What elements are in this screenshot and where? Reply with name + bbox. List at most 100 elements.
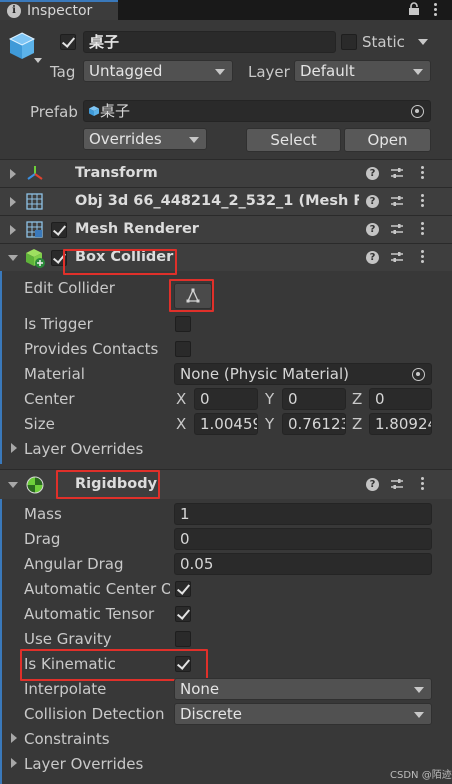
presets-icon[interactable]	[390, 223, 404, 235]
help-icon[interactable]: ?	[366, 167, 379, 180]
material-label: Material	[24, 365, 85, 383]
mesh-renderer-header[interactable]: Mesh Renderer ?	[0, 215, 452, 243]
highlight-edit-collider	[169, 279, 214, 312]
prefab-asset-field[interactable]: 桌子	[83, 100, 431, 122]
rigidbody-layer-overrides-foldout[interactable]: Layer Overrides	[24, 755, 143, 773]
layer-overrides-foldout[interactable]: Layer Overrides	[24, 440, 143, 458]
object-picker-icon[interactable]	[411, 105, 424, 118]
is-trigger-label: Is Trigger	[24, 315, 93, 333]
component-menu-icon[interactable]	[421, 194, 425, 208]
foldout-closed-icon[interactable]	[10, 169, 16, 179]
tab-label: Inspector	[27, 3, 93, 19]
foldout-closed-icon[interactable]	[11, 733, 17, 743]
help-icon[interactable]: ?	[366, 478, 379, 491]
center-y-field[interactable]: 0	[282, 388, 346, 410]
mesh-renderer-enabled-checkbox[interactable]	[51, 222, 67, 238]
size-y-field[interactable]: 0.76123	[282, 413, 346, 435]
center-x-label[interactable]: X	[176, 390, 186, 408]
highlight-box-collider	[63, 249, 177, 275]
auto-center-checkbox[interactable]	[175, 581, 191, 597]
material-field[interactable]: None (Physic Material)	[174, 363, 432, 385]
center-label: Center	[24, 390, 75, 408]
static-checkbox[interactable]	[341, 34, 357, 50]
chevron-down-icon	[413, 69, 423, 75]
size-z-field[interactable]: 1.80924	[369, 413, 432, 435]
is-trigger-checkbox[interactable]	[175, 316, 191, 332]
help-icon[interactable]: ?	[366, 223, 379, 236]
component-menu-icon[interactable]	[421, 250, 425, 264]
interpolate-label: Interpolate	[24, 680, 107, 698]
icon-dropdown-arrow[interactable]	[34, 58, 42, 63]
collision-detection-dropdown[interactable]: Discrete	[174, 703, 432, 725]
chevron-down-icon	[414, 712, 424, 718]
tag-dropdown[interactable]: Untagged	[83, 60, 233, 82]
lock-icon[interactable]	[408, 2, 420, 15]
auto-center-label: Automatic Center Of	[24, 580, 170, 598]
object-name: 桌子	[89, 33, 120, 51]
static-dropdown-arrow[interactable]	[418, 39, 428, 45]
presets-icon[interactable]	[390, 167, 404, 179]
foldout-closed-icon[interactable]	[10, 197, 16, 207]
highlight-rigidbody	[56, 470, 160, 499]
help-icon[interactable]: ?	[366, 195, 379, 208]
collision-detection-value: Discrete	[180, 705, 242, 723]
mesh-renderer-title: Mesh Renderer	[75, 221, 199, 237]
use-gravity-checkbox[interactable]	[175, 631, 191, 647]
size-x-label[interactable]: X	[176, 415, 186, 433]
foldout-closed-icon[interactable]	[10, 225, 16, 235]
foldout-closed-icon[interactable]	[11, 443, 17, 453]
foldout-open-icon[interactable]	[8, 255, 18, 261]
center-y-label[interactable]: Y	[265, 390, 274, 408]
rigidbody-header[interactable]: Rigidbody ?	[0, 469, 452, 499]
size-z-label[interactable]: Z	[352, 415, 362, 433]
foldout-open-icon[interactable]	[8, 482, 18, 488]
material-value: None (Physic Material)	[180, 365, 349, 383]
component-menu-icon[interactable]	[421, 166, 425, 180]
provides-contacts-label: Provides Contacts	[24, 340, 159, 358]
object-picker-icon[interactable]	[412, 368, 425, 381]
interpolate-dropdown[interactable]: None	[174, 678, 432, 700]
component-menu-icon[interactable]	[421, 477, 425, 491]
mesh-filter-header[interactable]: Obj 3d 66_448214_2_532_1 (Mesh Filt ?	[0, 187, 452, 215]
open-button[interactable]: Open	[344, 128, 431, 152]
mass-field[interactable]: 1	[174, 503, 432, 525]
box-collider-header[interactable]: Box Collider ?	[0, 243, 452, 275]
size-y-label[interactable]: Y	[265, 415, 274, 433]
transform-header[interactable]: Transform ?	[0, 159, 452, 187]
angular-drag-field[interactable]: 0.05	[174, 553, 432, 575]
angular-drag-label: Angular Drag	[24, 555, 124, 573]
transform-title: Transform	[75, 165, 158, 181]
layer-dropdown[interactable]: Default	[294, 60, 431, 82]
center-x-field[interactable]: 0	[194, 388, 258, 410]
edit-collider-label: Edit Collider	[24, 279, 115, 297]
size-x-field[interactable]: 1.00459	[194, 413, 258, 435]
active-checkbox[interactable]	[60, 34, 76, 50]
help-icon[interactable]: ?	[366, 251, 379, 264]
center-z-label[interactable]: Z	[352, 390, 362, 408]
info-icon: i	[7, 4, 21, 18]
constraints-foldout[interactable]: Constraints	[24, 730, 110, 748]
tab-inspector[interactable]: i Inspector	[0, 0, 118, 20]
chevron-down-icon	[414, 687, 424, 693]
mass-label: Mass	[24, 505, 62, 523]
collision-detection-label: Collision Detection	[24, 705, 165, 723]
presets-icon[interactable]	[390, 478, 404, 490]
select-button[interactable]: Select	[246, 128, 341, 152]
tab-menu-icon[interactable]	[434, 3, 438, 17]
center-z-field[interactable]: 0	[369, 388, 432, 410]
foldout-closed-icon[interactable]	[11, 758, 17, 768]
drag-field[interactable]: 0	[174, 528, 432, 550]
component-menu-icon[interactable]	[421, 222, 425, 236]
auto-tensor-checkbox[interactable]	[175, 606, 191, 622]
provides-contacts-checkbox[interactable]	[175, 341, 191, 357]
chevron-down-icon	[215, 69, 225, 75]
selection-bar	[0, 469, 2, 784]
tag-value: Untagged	[89, 62, 163, 80]
presets-icon[interactable]	[390, 251, 404, 263]
auto-tensor-label: Automatic Tensor	[24, 605, 155, 623]
prefab-label: Prefab	[30, 103, 78, 121]
overrides-dropdown[interactable]: Overrides	[83, 128, 207, 150]
object-name-field[interactable]: 桌子	[83, 31, 336, 53]
watermark: CSDN @陌迹	[390, 770, 452, 781]
presets-icon[interactable]	[390, 195, 404, 207]
